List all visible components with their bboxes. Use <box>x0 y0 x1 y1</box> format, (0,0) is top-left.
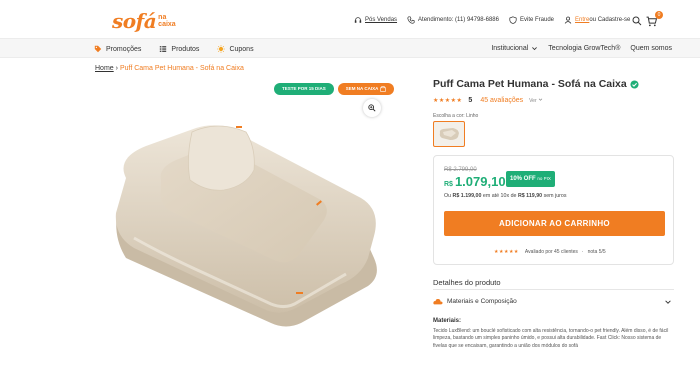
cloud-icon <box>433 298 443 305</box>
nav-label-produtos: Produtos <box>171 45 200 53</box>
nav-item-quem-somos[interactable]: Quem somos <box>630 45 672 52</box>
breadcrumb: Home › Puff Cama Pet Humana - Sofá na Ca… <box>95 65 244 72</box>
tag-icon <box>94 45 102 53</box>
list-icon <box>160 46 167 52</box>
breadcrumb-current: Puff Cama Pet Humana - Sofá na Caixa <box>119 65 244 72</box>
atendimento-label: Atendimento: (11) 94798-6886 <box>418 17 499 23</box>
pix-discount-badge: 10% OFF no PIX <box>506 171 555 187</box>
review-text: Avaliado por 45 clientes <box>524 249 578 255</box>
atendimento-link[interactable]: Atendimento: (11) 94798-6886 <box>407 16 499 24</box>
color-swatch-linho[interactable] <box>433 121 465 147</box>
add-to-cart-button[interactable]: ADICIONAR AO CARRINHO <box>444 211 665 236</box>
color-label: Escolha a cor: Linho <box>433 113 479 119</box>
price-currency: R$ <box>444 181 453 188</box>
nav-item-produtos[interactable]: Produtos <box>159 45 199 53</box>
nav-item-cupons[interactable]: Cupons <box>217 45 254 53</box>
zoom-in-icon <box>368 104 376 112</box>
discount-label: 10% OFF <box>510 176 536 182</box>
nav-label-quem-somos: Quem somos <box>630 45 672 52</box>
accordion-label: Materiais e Composição <box>447 298 517 305</box>
logo-sub-2: caixa <box>158 21 176 28</box>
product-title-text: Puff Cama Pet Humana - Sofá na Caixa <box>433 78 627 90</box>
pos-vendas-link[interactable]: Pós Vendas <box>354 16 397 24</box>
installments-suffix: sem juros <box>542 193 567 199</box>
site-logo[interactable]: sofá na caixa <box>112 9 176 33</box>
logo-sub-text: na caixa <box>158 14 176 28</box>
installments-text: Ou R$ 1.199,00 em até 10x de R$ 119,90 s… <box>444 193 567 199</box>
box-badge-label: SEM NA CAIXA <box>345 86 379 91</box>
verified-check-icon <box>630 79 639 89</box>
main-nav: Promoções Produtos Cupons Institucional … <box>0 38 700 58</box>
see-reviews-link[interactable]: Ver <box>529 97 543 104</box>
nav-item-tecnologia[interactable]: Tecnologia GrowTech® <box>548 45 620 52</box>
details-title: Detalhes do produto <box>433 278 501 287</box>
price-box: R$ 2.799,00 R$ 1.079,10 10% OFF no PIX O… <box>433 155 674 265</box>
accordion-body: Materiais: Tecido LuxBlend: um bouclé so… <box>433 318 674 350</box>
chevron-down-icon <box>532 47 538 51</box>
nav-label-tecnologia: Tecnologia GrowTech® <box>548 45 621 52</box>
breadcrumb-separator: › <box>115 65 118 72</box>
cart-count-badge: 0 <box>655 11 663 19</box>
sun-badge-icon <box>217 45 226 53</box>
chevron-down-icon <box>665 300 671 304</box>
evite-fraude-link[interactable]: Evite Fraude <box>509 16 554 24</box>
trial-badge: TESTE POR 15 DIAS <box>274 83 334 95</box>
accordion-materiais[interactable]: Materiais e Composição <box>433 289 674 313</box>
search-icon[interactable] <box>632 16 642 26</box>
materials-text: Tecido LuxBlend: um bouclé sofisticado c… <box>433 327 669 349</box>
product-title: Puff Cama Pet Humana - Sofá na Caixa <box>433 78 639 90</box>
box-icon <box>380 86 387 92</box>
nav-item-promocoes[interactable]: Promoções <box>94 45 141 53</box>
nav-label-cupons: Cupons <box>229 45 254 53</box>
entre-link[interactable]: Entre <box>575 17 589 23</box>
nav-item-institucional[interactable]: Institucional <box>491 45 538 52</box>
installments-value: R$ 119,90 <box>517 193 543 199</box>
review-separator: · <box>581 249 584 255</box>
top-header: sofá na caixa Pós Vendas Atendimento: (1… <box>0 0 700 38</box>
chevron-down-icon <box>538 98 543 101</box>
rating-score: 5 <box>468 97 473 104</box>
breadcrumb-home[interactable]: Home <box>95 65 114 72</box>
review-summary: ★★★★★ Avaliado por 45 clientes · nota 5/… <box>494 249 606 255</box>
nav-left: Promoções Produtos Cupons <box>94 45 272 53</box>
installments-prefix: Ou <box>444 193 453 199</box>
nav-label-promocoes: Promoções <box>106 45 142 53</box>
logo-sub-1: na <box>158 14 167 21</box>
discount-suffix: no PIX <box>537 176 551 181</box>
price-value: 1.079,10 <box>454 174 506 189</box>
new-price: R$ 1.079,10 <box>444 174 506 189</box>
pos-vendas-label: Pós Vendas <box>365 17 398 23</box>
rating-stars: ★★★★★ <box>433 98 463 104</box>
cadastre-link[interactable]: ou Cadastre-se <box>589 17 630 23</box>
old-price: R$ 2.799,00 <box>444 167 477 173</box>
zoom-button[interactable] <box>363 99 381 117</box>
nav-right: Institucional Tecnologia GrowTech® Quem … <box>481 45 672 52</box>
shield-icon <box>509 16 517 24</box>
evite-fraude-label: Evite Fraude <box>519 17 555 23</box>
logo-main-text: sofá <box>112 9 157 33</box>
headset-icon <box>354 17 362 23</box>
account-link[interactable]: Entre ou Cadastre-se <box>564 16 630 24</box>
user-icon <box>564 16 572 24</box>
review-score: nota 5/5 <box>587 249 606 255</box>
installments-full: R$ 1.199,00 <box>452 193 482 199</box>
materials-heading: Materiais: <box>433 318 462 324</box>
see-reviews-label: Ver <box>529 98 537 104</box>
review-stars: ★★★★★ <box>494 249 519 255</box>
reviews-link[interactable]: 45 avaliações <box>480 97 523 104</box>
box-badge: SEM NA CAIXA <box>337 83 395 95</box>
cart-button[interactable]: 0 <box>646 11 663 28</box>
product-image[interactable] <box>106 118 386 333</box>
nav-label-institucional: Institucional <box>491 45 529 52</box>
swatch-thumbnail <box>439 128 459 140</box>
rating-row: ★★★★★ 5 45 avaliações Ver <box>433 97 543 104</box>
product-badges: TESTE POR 15 DIAS SEM NA CAIXA <box>274 83 398 95</box>
phone-icon <box>407 16 415 24</box>
top-links: Pós Vendas Atendimento: (11) 94798-6886 … <box>354 16 640 24</box>
installments-mid: em até 10x de <box>481 193 518 199</box>
